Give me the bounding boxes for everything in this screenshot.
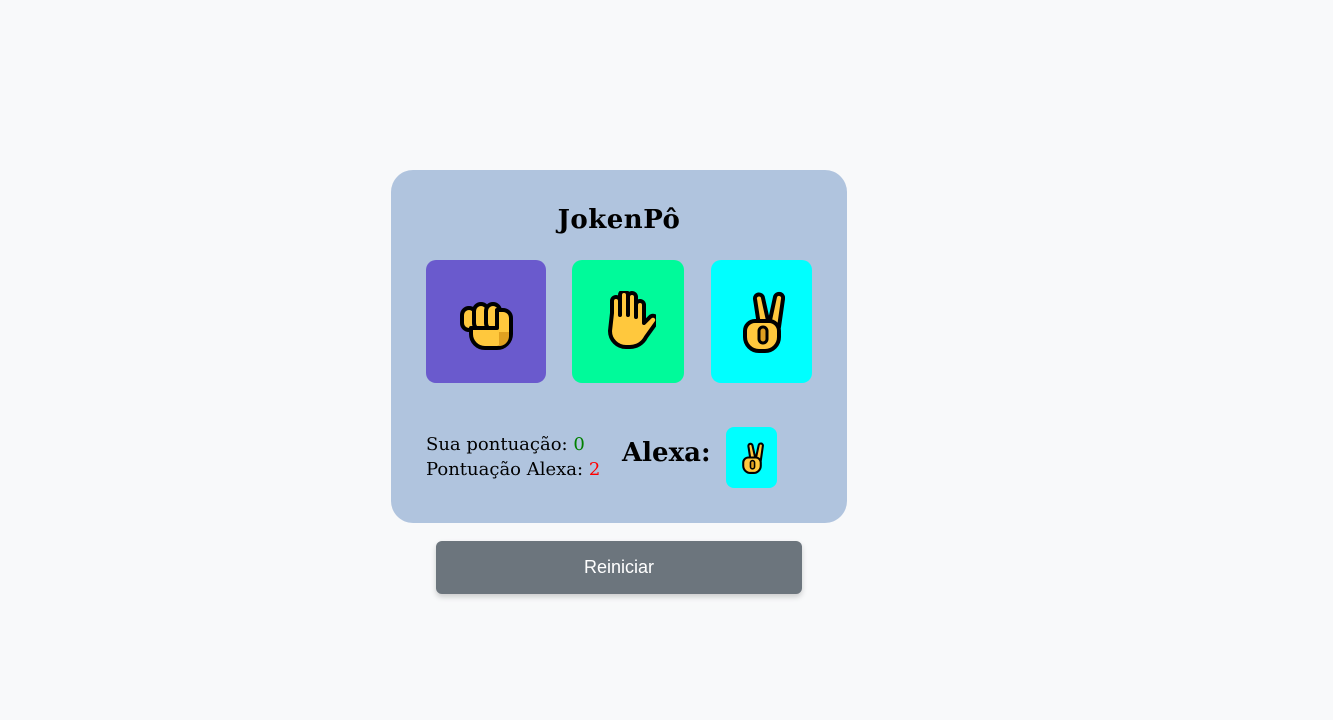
choice-scissors-button[interactable] xyxy=(711,260,812,383)
alexa-score-label: Pontuação Alexa: xyxy=(426,459,589,480)
victory-hand-icon xyxy=(741,442,764,474)
alexa-label: Alexa: xyxy=(622,438,711,468)
user-score-value: 0 xyxy=(573,434,585,455)
user-score-label: Sua pontuação: xyxy=(426,434,574,455)
restart-button[interactable]: Reiniciar xyxy=(436,541,802,594)
choice-rock-button[interactable] xyxy=(426,260,546,383)
raised-hand-icon xyxy=(608,290,656,349)
scoreboard: Sua pontuação: 0 Pontuação Alexa: 2 xyxy=(426,432,600,482)
victory-hand-icon xyxy=(742,291,785,353)
user-score-line: Sua pontuação: 0 xyxy=(426,432,600,457)
choice-paper-button[interactable] xyxy=(572,260,684,383)
alexa-score-value: 2 xyxy=(588,459,601,480)
game-title: JokenPô xyxy=(557,205,681,235)
alexa-choice xyxy=(726,427,777,488)
alexa-score-line: Pontuação Alexa: 2 xyxy=(426,457,600,482)
fist-icon xyxy=(460,301,513,350)
